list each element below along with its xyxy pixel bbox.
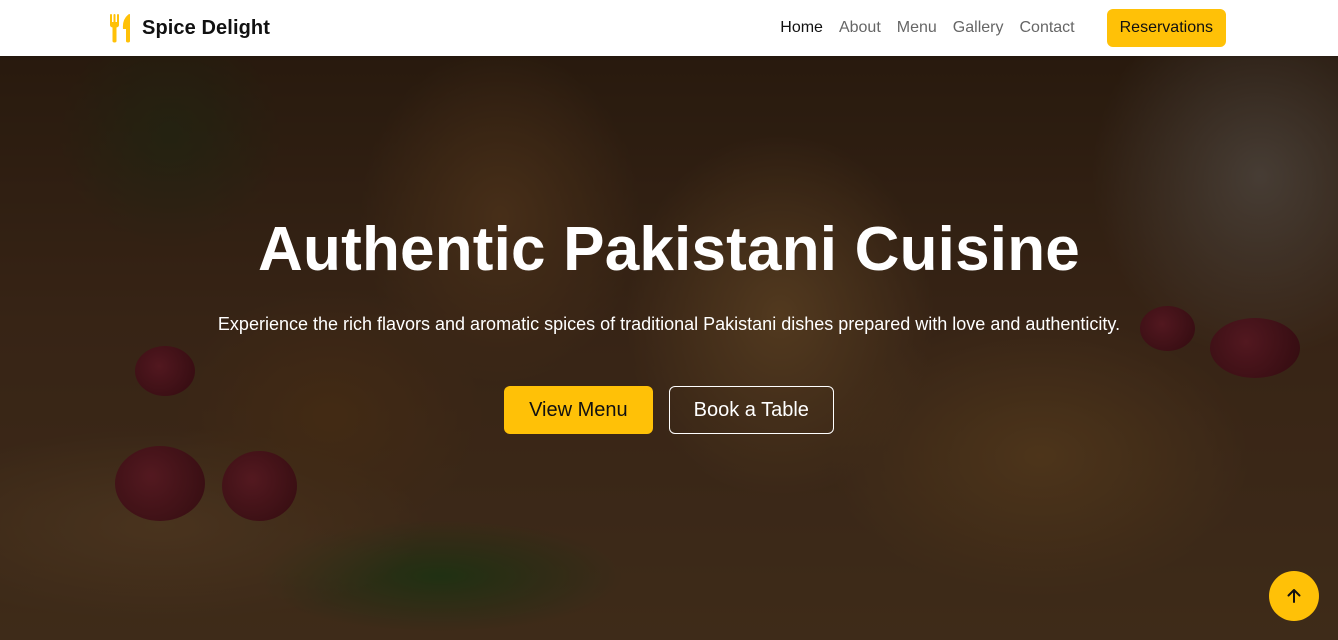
- hero-overlay: [0, 56, 1338, 640]
- nav-link-home[interactable]: Home: [780, 19, 823, 37]
- hero-title: Authentic Pakistani Cuisine: [258, 215, 1080, 284]
- nav-link-gallery[interactable]: Gallery: [953, 19, 1004, 37]
- arrow-up-icon: [1287, 589, 1301, 603]
- nav-link-about[interactable]: About: [839, 19, 881, 37]
- navbar: Spice Delight Home About Menu Gallery Co…: [0, 0, 1338, 56]
- utensils-icon: [110, 13, 130, 43]
- brand-logo[interactable]: Spice Delight: [108, 13, 270, 43]
- brand-name: Spice Delight: [142, 16, 270, 39]
- view-menu-button[interactable]: View Menu: [504, 386, 653, 434]
- book-table-button[interactable]: Book a Table: [668, 386, 834, 434]
- back-to-top-button[interactable]: [1269, 571, 1319, 621]
- hero-buttons: View Menu Book a Table: [0, 386, 1338, 434]
- nav-menu: Home About Menu Gallery Contact Reservat…: [780, 9, 1226, 47]
- nav-link-menu[interactable]: Menu: [897, 19, 937, 37]
- reservations-button[interactable]: Reservations: [1106, 9, 1226, 47]
- hero-section: Authentic Pakistani Cuisine Experience t…: [0, 56, 1338, 640]
- hero-subtitle: Experience the rich flavors and aromatic…: [217, 314, 1121, 334]
- nav-link-contact[interactable]: Contact: [1019, 19, 1074, 37]
